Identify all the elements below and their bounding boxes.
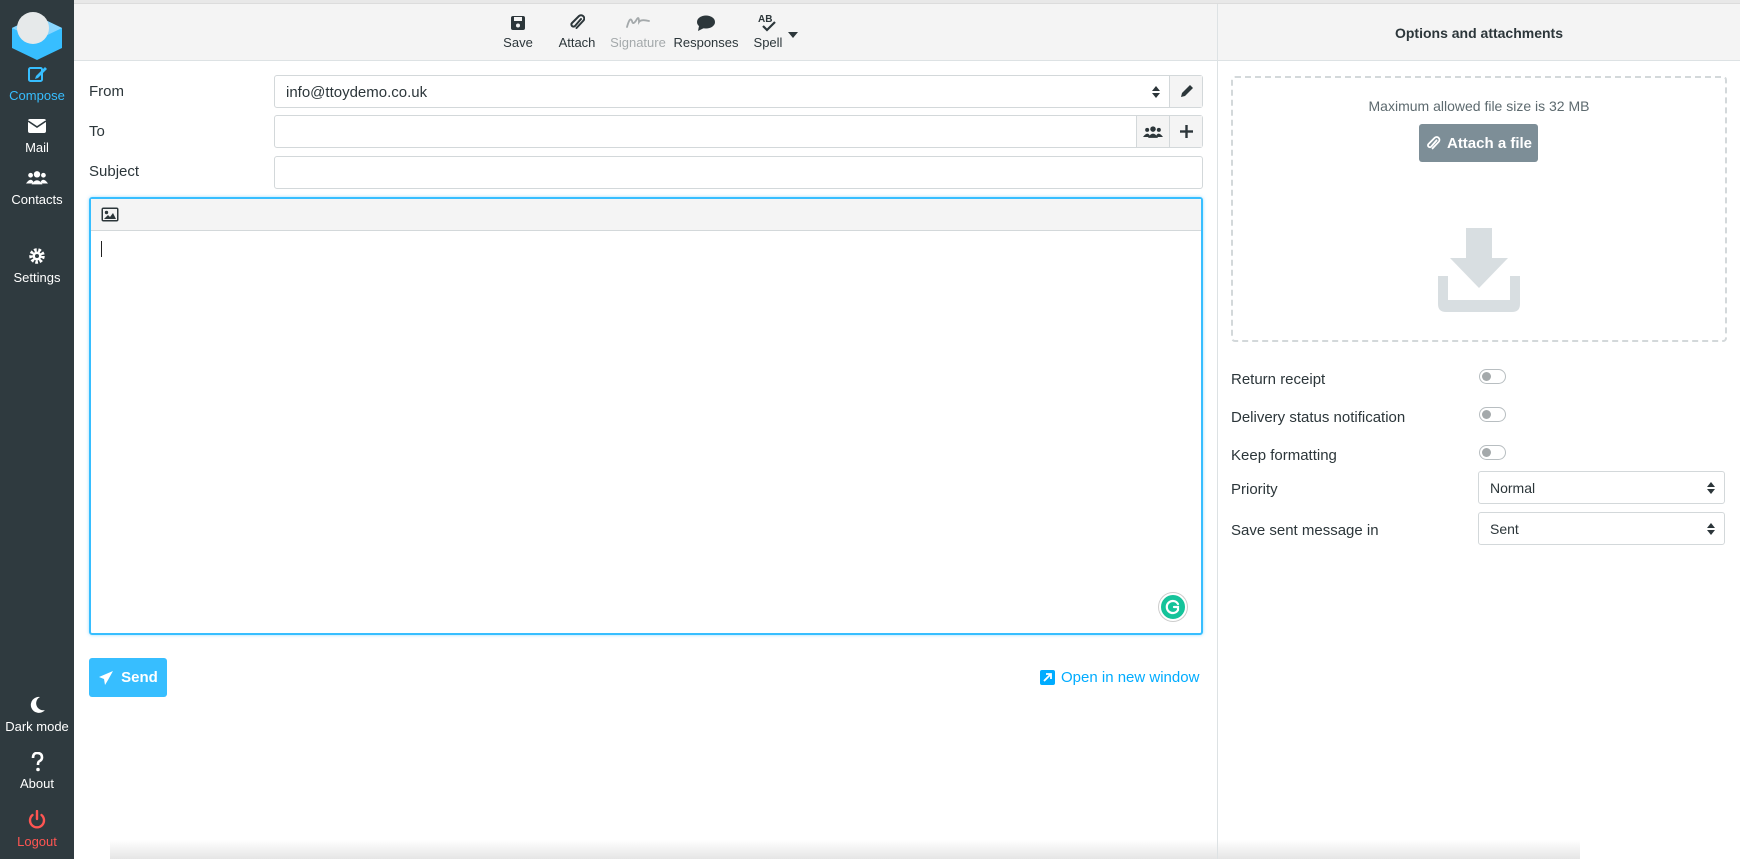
left-nav: Compose Mail Contacts Settings Dark mode… xyxy=(0,0,74,859)
attach-file-button[interactable]: Attach a file xyxy=(1419,124,1538,162)
nav-label: Contacts xyxy=(11,192,63,207)
compose-toolbar: Save Attach Signature Responses AB Spell xyxy=(74,4,1217,61)
max-file-size-text: Maximum allowed file size is 32 MB xyxy=(1368,98,1590,114)
nav-label: About xyxy=(20,776,54,791)
question-icon xyxy=(31,752,44,772)
speech-bubble-icon xyxy=(697,15,715,31)
delivery-status-toggle[interactable] xyxy=(1479,407,1506,422)
signature-icon xyxy=(626,17,650,28)
from-label: From xyxy=(89,83,124,100)
open-in-new-window-link[interactable]: Open in new window xyxy=(1040,669,1199,686)
priority-select-value: Normal xyxy=(1490,480,1536,496)
options-panel: Options and attachments Maximum allowed … xyxy=(1217,4,1740,859)
save-sent-select[interactable]: Sent xyxy=(1478,512,1725,545)
priority-select[interactable]: Normal xyxy=(1478,471,1725,504)
editor-toolbar xyxy=(91,199,1201,231)
spell-label: Spell xyxy=(753,35,783,50)
nav-label: Mail xyxy=(25,140,49,155)
attach-file-label: Attach a file xyxy=(1446,134,1533,152)
users-icon xyxy=(26,171,48,185)
nav-compose[interactable]: Compose xyxy=(0,64,74,103)
external-window-icon xyxy=(1040,670,1055,685)
power-icon xyxy=(28,810,46,829)
message-editor[interactable] xyxy=(89,197,1203,635)
keep-formatting-toggle[interactable] xyxy=(1479,445,1506,460)
signature-button[interactable]: Signature xyxy=(604,13,672,50)
floppy-icon xyxy=(511,16,525,30)
from-select[interactable]: info@ttoydemo.co.uk xyxy=(274,75,1203,108)
spell-button[interactable]: AB Spell xyxy=(746,13,790,50)
pencil-icon xyxy=(1180,85,1193,97)
select-arrows-icon xyxy=(1707,482,1715,494)
users-icon xyxy=(1143,125,1163,138)
edit-identities-button[interactable] xyxy=(1169,76,1202,107)
select-arrows-icon xyxy=(1707,523,1715,535)
delivery-status-label: Delivery status notification xyxy=(1231,409,1406,426)
priority-label: Priority xyxy=(1231,481,1278,498)
save-sent-label: Save sent message in xyxy=(1231,522,1379,539)
subject-input[interactable] xyxy=(274,156,1203,189)
send-button[interactable]: Send xyxy=(89,658,167,697)
nav-label: Dark mode xyxy=(5,719,69,734)
save-button[interactable]: Save xyxy=(498,13,538,50)
select-arrows-icon xyxy=(1152,86,1160,98)
grammarly-icon[interactable] xyxy=(1159,593,1187,621)
spellcheck-icon: AB xyxy=(758,14,776,32)
nav-label: Settings xyxy=(13,270,61,285)
nav-contacts[interactable]: Contacts xyxy=(0,168,74,207)
download-icon xyxy=(1438,228,1520,312)
plus-icon xyxy=(1179,125,1193,138)
text-caret xyxy=(101,241,102,257)
nav-settings[interactable]: Settings xyxy=(0,246,74,285)
to-input[interactable] xyxy=(274,115,1203,148)
gear-icon xyxy=(29,248,45,264)
nav-logout[interactable]: Logout xyxy=(0,810,74,849)
responses-label: Responses xyxy=(673,35,739,50)
save-label: Save xyxy=(503,35,533,50)
nav-label: Compose xyxy=(9,88,65,103)
return-receipt-toggle[interactable] xyxy=(1479,369,1506,384)
svg-text:AB: AB xyxy=(758,14,772,25)
responses-button[interactable]: Responses xyxy=(670,13,742,50)
address-book-button[interactable] xyxy=(1136,116,1169,147)
compose-form: From info@ttoydemo.co.uk To Subject Send… xyxy=(74,61,1217,859)
attach-button[interactable]: Attach xyxy=(553,13,601,50)
caret-down-icon xyxy=(788,32,798,38)
envelope-icon xyxy=(27,119,47,133)
app-logo[interactable] xyxy=(10,8,64,60)
signature-label: Signature xyxy=(610,35,666,50)
nav-label: Logout xyxy=(17,834,57,849)
subject-label: Subject xyxy=(89,163,140,180)
image-icon[interactable] xyxy=(101,207,119,222)
compose-icon xyxy=(28,67,47,82)
return-receipt-label: Return receipt xyxy=(1231,371,1326,388)
open-in-new-window-label: Open in new window xyxy=(1061,669,1200,686)
message-body[interactable] xyxy=(91,231,1201,633)
paper-plane-icon xyxy=(99,670,114,685)
paperclip-icon xyxy=(1427,135,1441,149)
panel-title: Options and attachments xyxy=(1218,4,1740,61)
send-label: Send xyxy=(121,669,158,686)
add-header-button[interactable] xyxy=(1169,116,1202,147)
moon-icon xyxy=(30,696,45,713)
spell-options-dropdown[interactable] xyxy=(786,26,800,41)
nav-mail[interactable]: Mail xyxy=(0,116,74,155)
attachment-dropzone[interactable]: Maximum allowed file size is 32 MB Attac… xyxy=(1231,76,1727,342)
paperclip-icon xyxy=(570,14,585,29)
attach-label: Attach xyxy=(558,35,596,50)
nav-dark-mode[interactable]: Dark mode xyxy=(0,695,74,734)
save-sent-select-value: Sent xyxy=(1490,521,1519,537)
to-label: To xyxy=(89,123,105,140)
keep-formatting-label: Keep formatting xyxy=(1231,447,1337,464)
nav-about[interactable]: About xyxy=(0,752,74,791)
from-value: info@ttoydemo.co.uk xyxy=(286,84,428,101)
